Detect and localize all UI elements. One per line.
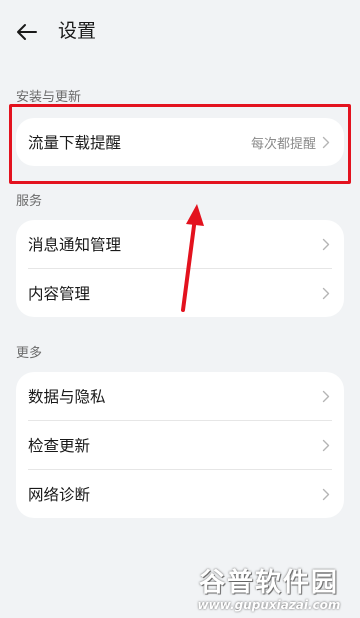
row-value: 每次都提醒	[250, 136, 316, 152]
section-label-more: 更多	[16, 346, 43, 361]
chevron-right-icon	[322, 287, 330, 300]
chevron-right-icon	[322, 488, 330, 501]
chevron-right-icon	[322, 390, 330, 403]
watermark-title: 谷普软件园	[198, 568, 339, 598]
back-button[interactable]	[12, 18, 42, 46]
row-label: 消息通知管理	[28, 236, 122, 254]
row-label: 内容管理	[28, 285, 91, 303]
watermark: 谷普软件园 www.gupuxiazai.com	[184, 568, 354, 614]
row-network-diagnosis[interactable]: 网络诊断	[16, 470, 344, 518]
services-card: 消息通知管理 内容管理	[16, 220, 344, 317]
chevron-right-icon	[322, 136, 330, 149]
more-card: 数据与隐私 检查更新 网络诊断	[16, 372, 344, 518]
row-content-management[interactable]: 内容管理	[16, 269, 344, 317]
section-label-install-update: 安装与更新	[16, 90, 82, 105]
row-check-update[interactable]: 检查更新	[16, 421, 344, 469]
page-title: 设置	[58, 20, 97, 42]
install-update-card: 流量下载提醒 每次都提醒	[16, 118, 344, 166]
row-label: 流量下载提醒	[28, 134, 122, 152]
chevron-right-icon	[322, 439, 330, 452]
row-label: 网络诊断	[28, 486, 91, 504]
row-data-download-reminder[interactable]: 流量下载提醒 每次都提醒	[16, 118, 344, 166]
app-header: 设置	[0, 0, 360, 64]
watermark-url: www.gupuxiazai.com	[197, 598, 341, 612]
row-label: 数据与隐私	[28, 388, 106, 406]
chevron-right-icon	[322, 238, 330, 251]
row-notification-management[interactable]: 消息通知管理	[16, 220, 344, 268]
row-label: 检查更新	[28, 437, 91, 455]
section-label-services: 服务	[16, 194, 43, 209]
back-arrow-icon	[17, 24, 37, 40]
row-data-privacy[interactable]: 数据与隐私	[16, 372, 344, 420]
